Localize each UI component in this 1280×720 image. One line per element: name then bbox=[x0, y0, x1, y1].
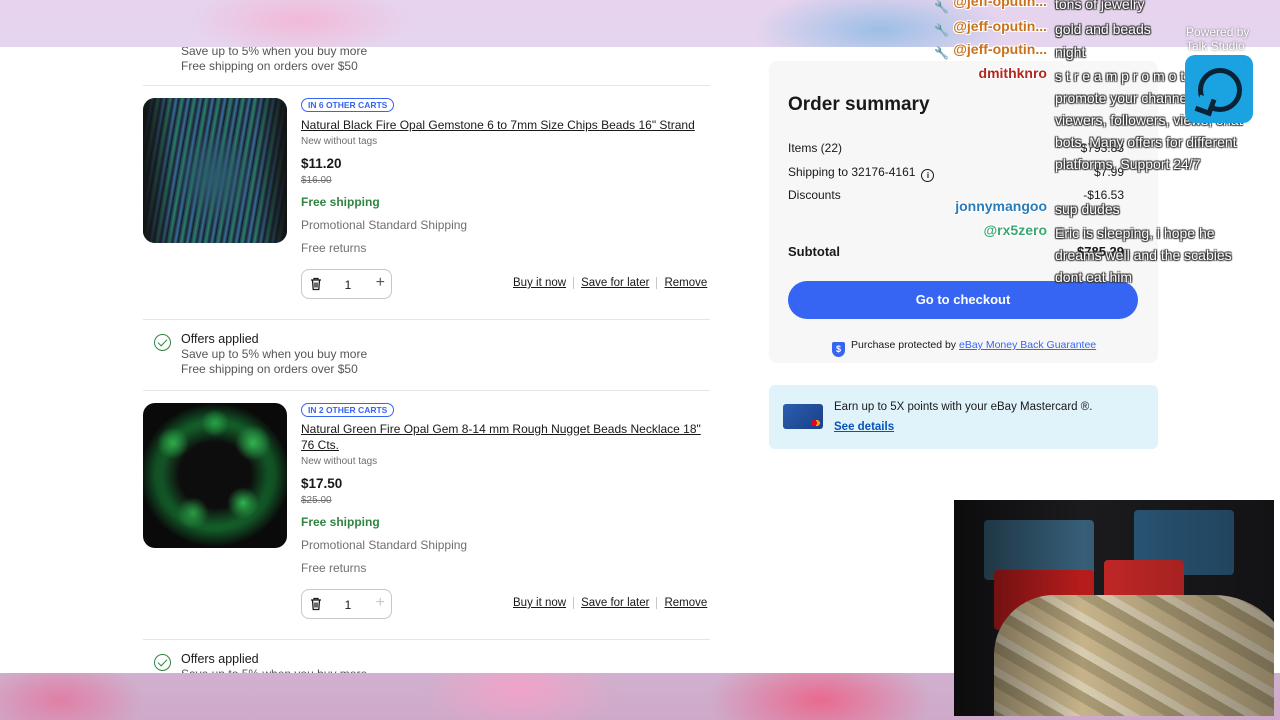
divider bbox=[143, 390, 710, 391]
chat-message: dmithknro s t r e a m p r o m o t e prom… bbox=[0, 65, 1280, 172]
chat-text: sup dudes bbox=[1055, 201, 1120, 217]
cart-count-badge: IN 2 OTHER CARTS bbox=[301, 403, 395, 417]
chat-message: @jeff-oputin... night bbox=[0, 41, 1280, 63]
chat-username: @jeff-oputin... bbox=[953, 0, 1047, 9]
plus-icon[interactable]: + bbox=[376, 594, 385, 612]
offers-title: Offers applied bbox=[181, 332, 259, 346]
item-image-green-opal[interactable] bbox=[143, 403, 287, 548]
items-count-label: Items (22) bbox=[788, 141, 843, 155]
shipping-row: Shipping to 32176-4161 i bbox=[788, 165, 935, 182]
item-returns: Free returns bbox=[301, 561, 367, 575]
powered-by-label: Powered by Talk Studio bbox=[1186, 25, 1249, 53]
chat-username: @jeff-oputin... bbox=[953, 41, 1047, 57]
item-title-link[interactable]: Natural Green Fire Opal Gem 8-14 mm Roug… bbox=[301, 421, 711, 453]
plus-icon[interactable]: + bbox=[376, 274, 385, 292]
item-title-link[interactable]: Natural Black Fire Opal Gemstone 6 to 7m… bbox=[301, 117, 711, 133]
action-separator bbox=[656, 277, 658, 289]
info-icon[interactable]: i bbox=[921, 169, 935, 182]
item-price: $11.20 bbox=[301, 156, 342, 171]
quantity-value: 1 bbox=[344, 278, 352, 292]
divider bbox=[143, 319, 710, 320]
offer-line-1: Save up to 5% when you buy more bbox=[181, 347, 368, 361]
chat-message: @rx5zero Eric is sleeping, i hope he dre… bbox=[0, 222, 1280, 285]
item-shipping-method: Promotional Standard Shipping bbox=[301, 538, 468, 552]
quantity-stepper[interactable]: 1 + bbox=[301, 269, 392, 299]
protect-text: Purchase protected by bbox=[851, 339, 957, 351]
chat-text: Eric is sleeping, i hope he dreams well … bbox=[1055, 225, 1232, 285]
offers-title: Offers applied bbox=[181, 652, 259, 666]
item-original-price: $16.00 bbox=[301, 175, 332, 186]
chat-username: jonnymangoo bbox=[955, 198, 1047, 214]
item-original-price: $25.00 bbox=[301, 495, 332, 506]
shield-dollar-icon: $ bbox=[832, 342, 845, 357]
action-separator bbox=[573, 597, 575, 609]
webcam-shading bbox=[954, 500, 1274, 716]
buy-it-now-link[interactable]: Buy it now bbox=[513, 277, 566, 289]
action-separator bbox=[573, 277, 575, 289]
remove-link[interactable]: Remove bbox=[664, 597, 707, 609]
money-back-guarantee: $ Purchase protected by eBay Money Back G… bbox=[832, 339, 1096, 357]
chat-message: jonnymangoo sup dudes bbox=[0, 198, 1280, 220]
chat-text: tons of jewelry bbox=[1055, 0, 1145, 12]
divider bbox=[143, 639, 710, 640]
money-back-guarantee-link[interactable]: eBay Money Back Guarantee bbox=[959, 339, 1096, 351]
item-actions: Buy it now Save for later Remove bbox=[513, 597, 707, 609]
mastercard-promo: Earn up to 5X points with your eBay Mast… bbox=[769, 385, 1158, 449]
item-free-shipping: Free shipping bbox=[301, 515, 380, 529]
trash-icon[interactable] bbox=[308, 276, 324, 292]
chat-message: @jeff-oputin... gold and beads bbox=[0, 18, 1280, 40]
action-separator bbox=[656, 597, 658, 609]
quantity-stepper[interactable]: 1 + bbox=[301, 589, 392, 619]
check-circle-icon bbox=[154, 334, 171, 351]
item-actions: Buy it now Save for later Remove bbox=[513, 277, 707, 289]
quantity-value: 1 bbox=[344, 598, 352, 612]
cart-count-badge: IN 6 OTHER CARTS bbox=[301, 98, 395, 112]
promo-text: Earn up to 5X points with your eBay Mast… bbox=[834, 401, 1093, 413]
webcam-feed bbox=[954, 500, 1274, 716]
remove-link[interactable]: Remove bbox=[664, 277, 707, 289]
check-circle-icon bbox=[154, 654, 171, 671]
item-condition: New without tags bbox=[301, 456, 378, 467]
chat-username: @jeff-oputin... bbox=[953, 18, 1047, 34]
order-summary-title: Order summary bbox=[788, 94, 930, 115]
buy-it-now-link[interactable]: Buy it now bbox=[513, 597, 566, 609]
talk-studio-line: Talk Studio bbox=[1186, 39, 1245, 53]
trash-icon[interactable] bbox=[308, 596, 324, 612]
subtotal-label: Subtotal bbox=[788, 244, 840, 259]
chat-message: @jeff-oputin... tons of jewelry bbox=[0, 0, 1280, 15]
chat-username: @rx5zero bbox=[983, 222, 1047, 238]
powered-by-line: Powered by bbox=[1186, 25, 1250, 39]
item-price: $17.50 bbox=[301, 476, 343, 491]
see-details-link[interactable]: See details bbox=[834, 421, 894, 433]
offer-line-1: Save up to 5% when you buy more bbox=[181, 667, 367, 673]
chat-username: dmithknro bbox=[978, 65, 1047, 81]
offer-line-2: Free shipping on orders over $50 bbox=[181, 362, 358, 376]
save-for-later-link[interactable]: Save for later bbox=[581, 597, 649, 609]
talk-studio-logo bbox=[1185, 55, 1253, 123]
credit-card-icon bbox=[783, 404, 823, 429]
save-for-later-link[interactable]: Save for later bbox=[581, 277, 649, 289]
item-condition: New without tags bbox=[301, 136, 378, 147]
shipping-label: Shipping to 32176-4161 bbox=[788, 165, 916, 179]
